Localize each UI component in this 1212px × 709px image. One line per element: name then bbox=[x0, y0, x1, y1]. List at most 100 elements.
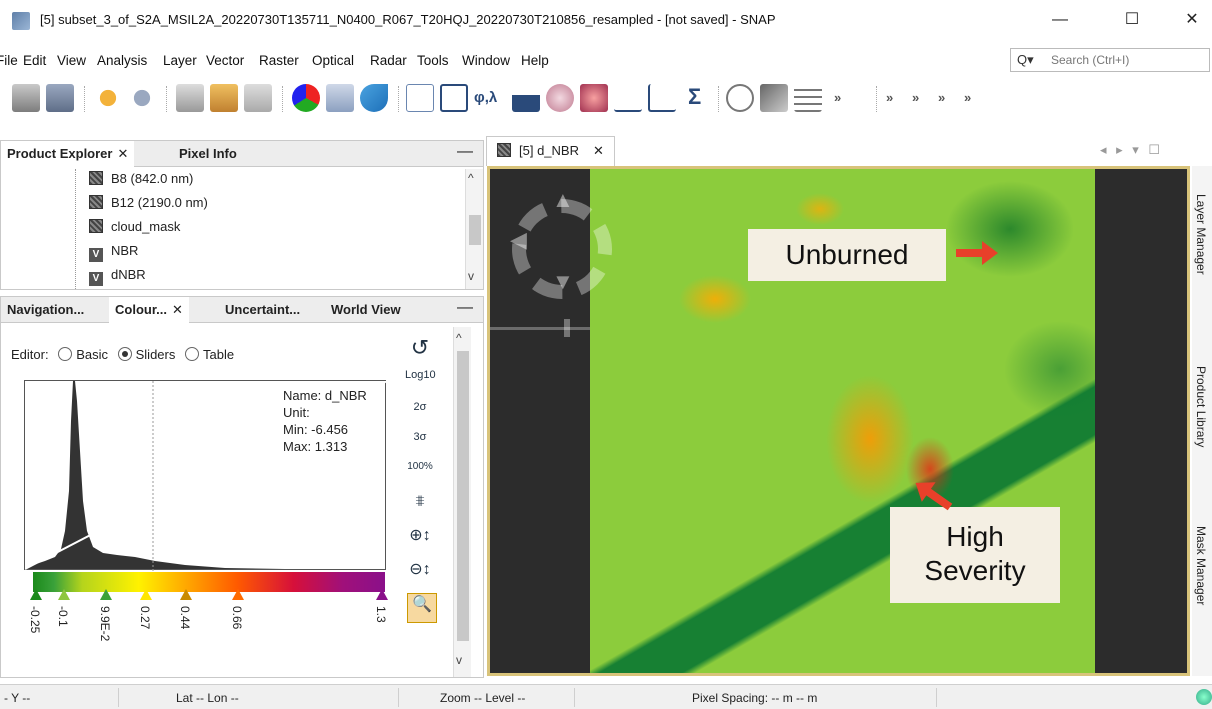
sidebar-item-product-library[interactable]: Product Library bbox=[1194, 366, 1208, 447]
search-box[interactable]: Q▾ Search (Ctrl+I) bbox=[1010, 48, 1210, 72]
zoom-in-vertical-icon[interactable]: ⊕↕ bbox=[405, 525, 435, 545]
colour-palette-bar[interactable] bbox=[33, 572, 385, 592]
colour-slider-2[interactable] bbox=[100, 589, 112, 600]
scroll-thumb[interactable] bbox=[469, 215, 481, 245]
menu-window[interactable]: Window bbox=[462, 53, 510, 68]
toolbar-overflow-icon[interactable]: » bbox=[834, 90, 841, 105]
scatter-plot-icon[interactable] bbox=[648, 84, 676, 112]
menu-optical[interactable]: Optical bbox=[312, 53, 354, 68]
export-icon[interactable] bbox=[244, 84, 272, 112]
colour-panel-scrollbar[interactable]: ^ v bbox=[453, 327, 471, 677]
close-icon[interactable]: ✕ bbox=[117, 146, 128, 161]
histogram-icon[interactable] bbox=[512, 84, 540, 112]
zoom-slider-track[interactable] bbox=[490, 327, 590, 330]
tab-world-view[interactable]: World View bbox=[325, 297, 407, 323]
sidebar-item-mask-manager[interactable]: Mask Manager bbox=[1194, 526, 1208, 605]
statistics-icon[interactable] bbox=[580, 84, 608, 112]
menu-file[interactable]: File bbox=[0, 53, 18, 68]
open-product-icon[interactable] bbox=[12, 84, 40, 112]
menu-raster[interactable]: Raster bbox=[259, 53, 299, 68]
redo-icon[interactable] bbox=[128, 84, 156, 112]
window-controls[interactable]: ◂ ▸ ▾ ☐ bbox=[1100, 142, 1163, 158]
maximize-button[interactable]: ☐ bbox=[1112, 6, 1152, 34]
colour-slider-0[interactable] bbox=[30, 589, 42, 600]
tab-uncertainty[interactable]: Uncertaint... bbox=[219, 297, 306, 323]
radio-sliders[interactable] bbox=[117, 347, 132, 361]
scroll-thumb[interactable] bbox=[457, 351, 469, 641]
undo-icon[interactable] bbox=[94, 84, 122, 112]
scroll-down-icon[interactable]: v bbox=[456, 653, 462, 667]
pan-up-icon[interactable]: ▲ bbox=[552, 187, 574, 213]
menu-tools[interactable]: Tools bbox=[417, 53, 449, 68]
sidebar-item-layer-manager[interactable]: Layer Manager bbox=[1194, 194, 1208, 275]
colour-slider-5[interactable] bbox=[232, 589, 244, 600]
tab-image-view-dnbr[interactable]: [5] d_NBR ✕ bbox=[486, 136, 615, 166]
toolbar-overflow-icon-2[interactable]: » bbox=[886, 90, 893, 105]
radio-table-label[interactable]: Table bbox=[203, 347, 234, 362]
colour-slider-1[interactable] bbox=[58, 589, 70, 600]
three-sigma-button[interactable]: 3σ bbox=[405, 431, 435, 443]
colour-slider-6[interactable] bbox=[376, 589, 388, 600]
sigma-icon[interactable]: Σ bbox=[688, 84, 701, 110]
log10-button[interactable]: Log10 bbox=[405, 369, 436, 381]
scroll-down-icon[interactable]: v bbox=[468, 269, 474, 283]
distribute-sliders-button[interactable]: ⩨ bbox=[405, 493, 435, 511]
radio-basic[interactable] bbox=[58, 347, 73, 361]
tree-item-b12[interactable]: B12 (2190.0 nm) bbox=[89, 195, 208, 217]
tree-item-nbr[interactable]: V NBR bbox=[89, 243, 138, 265]
image-view-canvas[interactable]: ▲ ▼ ◀ Unburned High Severity bbox=[490, 169, 1187, 673]
mask-icon[interactable] bbox=[760, 84, 788, 112]
rgb-image-icon[interactable] bbox=[292, 84, 320, 112]
tab-product-explorer[interactable]: Product Explorer ✕ bbox=[1, 141, 135, 167]
close-button[interactable]: ✕ bbox=[1172, 6, 1212, 34]
menu-vector[interactable]: Vector bbox=[206, 53, 244, 68]
close-icon[interactable]: ✕ bbox=[593, 143, 604, 158]
import-icon[interactable] bbox=[210, 84, 238, 112]
menu-layer[interactable]: Layer bbox=[163, 53, 197, 68]
minimize-button[interactable]: — bbox=[1040, 6, 1080, 34]
search-placeholder[interactable]: Search (Ctrl+I) bbox=[1051, 53, 1129, 67]
close-icon[interactable]: ✕ bbox=[172, 302, 183, 317]
save-product-icon[interactable] bbox=[46, 84, 74, 112]
tab-navigation[interactable]: Navigation... bbox=[1, 297, 90, 323]
scroll-up-icon[interactable]: ^ bbox=[456, 331, 462, 345]
scroll-up-icon[interactable]: ^ bbox=[468, 171, 474, 185]
tab-pixel-info[interactable]: Pixel Info bbox=[173, 141, 243, 167]
tree-item-b8[interactable]: B8 (842.0 nm) bbox=[89, 171, 193, 193]
tree-item-cloud-mask[interactable]: cloud_mask bbox=[89, 219, 180, 241]
zoom-fit-icon[interactable]: 🔍 bbox=[407, 593, 437, 623]
window-icon[interactable] bbox=[326, 84, 354, 112]
draw-line-icon[interactable] bbox=[440, 84, 468, 112]
wave-icon[interactable] bbox=[360, 84, 388, 112]
tab-colour-manipulation[interactable]: Colour... ✕ bbox=[109, 297, 189, 323]
hundred-percent-button[interactable]: 100% bbox=[405, 461, 435, 472]
radio-table[interactable] bbox=[185, 347, 199, 361]
minimize-panel-button[interactable]: — bbox=[457, 299, 473, 317]
globe-icon[interactable] bbox=[1196, 689, 1212, 705]
colour-slider-3[interactable] bbox=[140, 589, 152, 600]
profile-plot-icon[interactable] bbox=[614, 84, 642, 112]
tree-item-dnbr[interactable]: VdNBR bbox=[89, 267, 146, 287]
radio-sliders-label[interactable]: Sliders bbox=[136, 347, 176, 362]
colour-slider-4[interactable] bbox=[180, 589, 192, 600]
grid-icon[interactable] bbox=[794, 84, 822, 112]
histogram-plot[interactable]: Name: d_NBR Unit: Min: -6.456 Max: 1.313 bbox=[24, 380, 388, 571]
band-maths-icon[interactable] bbox=[176, 84, 204, 112]
menu-help[interactable]: Help bbox=[521, 53, 549, 68]
information-icon[interactable] bbox=[546, 84, 574, 112]
minimize-panel-button[interactable]: — bbox=[457, 143, 473, 161]
product-tree-scrollbar[interactable]: ^ v bbox=[465, 169, 483, 289]
toolbar-overflow-icon-5[interactable]: » bbox=[964, 90, 971, 105]
menu-view[interactable]: View bbox=[57, 53, 86, 68]
pan-left-icon[interactable]: ◀ bbox=[510, 227, 527, 253]
draw-polygon-icon[interactable] bbox=[406, 84, 434, 112]
spectral-icon[interactable]: φ,λ bbox=[474, 89, 497, 106]
two-sigma-button[interactable]: 2σ bbox=[405, 401, 435, 413]
pan-down-icon[interactable]: ▼ bbox=[552, 269, 574, 295]
reset-icon[interactable]: ↺ bbox=[405, 335, 435, 361]
zoom-out-vertical-icon[interactable]: ⊖↕ bbox=[405, 559, 435, 579]
menu-analysis[interactable]: Analysis bbox=[97, 53, 147, 68]
search-icon[interactable]: Q▾ bbox=[1017, 52, 1034, 68]
toolbar-overflow-icon-3[interactable]: » bbox=[912, 90, 919, 105]
toolbar-overflow-icon-4[interactable]: » bbox=[938, 90, 945, 105]
